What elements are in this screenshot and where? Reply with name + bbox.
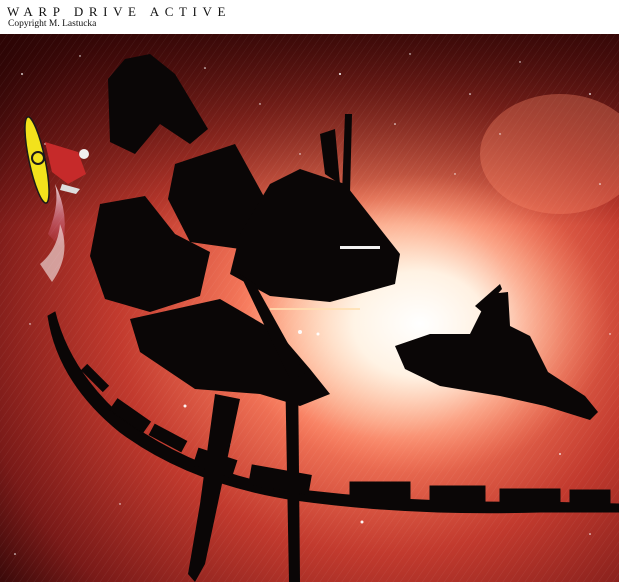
artwork-canvas	[0, 34, 619, 582]
page-title: WARP DRIVE ACTIVE	[7, 4, 231, 19]
copyright-notice: Copyright M. Lastucka	[8, 19, 97, 29]
header-bar: WARP DRIVE ACTIVE Copyright M. Lastucka	[0, 0, 619, 34]
artwork	[0, 34, 619, 582]
